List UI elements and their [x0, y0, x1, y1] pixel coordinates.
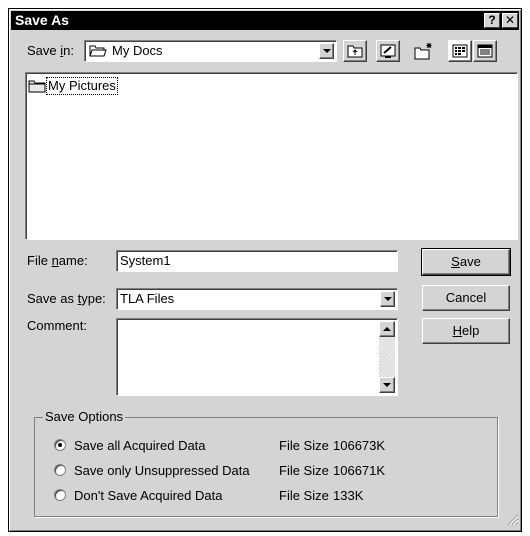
comment-label: Comment:	[27, 318, 87, 333]
list-view-icon	[452, 44, 468, 58]
option-label[interactable]: Save all Acquired Data	[74, 438, 206, 454]
folder-open-icon	[89, 43, 107, 61]
close-button[interactable]: ✕	[502, 13, 518, 28]
cancel-button[interactable]: Cancel	[422, 285, 510, 311]
file-size-label: File Size	[279, 488, 329, 503]
file-size-label: File Size	[279, 438, 329, 453]
dialog-title: Save As	[15, 12, 69, 28]
chevron-down-icon[interactable]	[319, 43, 334, 59]
save-as-dialog: Save As ? ✕ Save in: My Docs My Pictures…	[8, 8, 522, 532]
comment-scrollbar[interactable]	[379, 321, 395, 393]
save-button[interactable]: Save	[421, 248, 511, 276]
desktop-button[interactable]	[376, 40, 400, 62]
file-size-value: 133K	[333, 488, 364, 503]
resize-grip-icon[interactable]	[507, 514, 519, 529]
file-size-value: 106673K	[333, 438, 386, 453]
file-size-value: 106671K	[333, 463, 386, 478]
radio-save-unsuppressed[interactable]	[54, 464, 66, 476]
new-folder-icon	[414, 43, 432, 60]
scroll-up-icon[interactable]	[379, 321, 395, 337]
radio-dont-save[interactable]	[54, 489, 66, 501]
details-view-button[interactable]	[473, 40, 497, 62]
scroll-down-icon[interactable]	[379, 377, 395, 393]
save-options-title: Save Options	[43, 409, 126, 425]
title-bar: Save As ? ✕	[11, 11, 519, 30]
save-in-label: Save in:	[27, 43, 74, 58]
list-view-button[interactable]	[448, 40, 472, 62]
save-type-label: Save as type:	[27, 291, 106, 306]
folder-icon	[28, 79, 46, 96]
file-list[interactable]: My Pictures	[25, 72, 518, 240]
up-one-level-button[interactable]	[343, 40, 367, 62]
comment-textarea[interactable]	[116, 318, 398, 396]
save-in-location: My Docs	[112, 43, 163, 58]
option-label[interactable]: Don't Save Acquired Data	[74, 488, 222, 504]
file-name-field[interactable]: System1	[116, 250, 398, 272]
help-button[interactable]: Help	[422, 318, 510, 344]
save-type-dropdown[interactable]: TLA Files	[116, 288, 398, 310]
help-title-button[interactable]: ?	[484, 13, 500, 28]
file-size-label: File Size	[279, 463, 329, 478]
file-name-label: File name:	[27, 253, 88, 268]
save-type-value: TLA Files	[120, 291, 175, 306]
option-label[interactable]: Save only Unsuppressed Data	[74, 463, 250, 479]
desktop-icon	[380, 44, 396, 58]
details-view-icon	[477, 44, 493, 58]
list-item-label: My Pictures	[46, 77, 118, 95]
new-folder-button[interactable]	[412, 40, 436, 62]
chevron-down-icon[interactable]	[380, 291, 395, 307]
save-in-dropdown[interactable]: My Docs	[84, 40, 337, 62]
radio-selected-dot	[58, 443, 62, 447]
radio-save-all[interactable]	[54, 439, 66, 451]
up-folder-icon	[347, 45, 363, 58]
file-name-value: System1	[120, 253, 171, 268]
